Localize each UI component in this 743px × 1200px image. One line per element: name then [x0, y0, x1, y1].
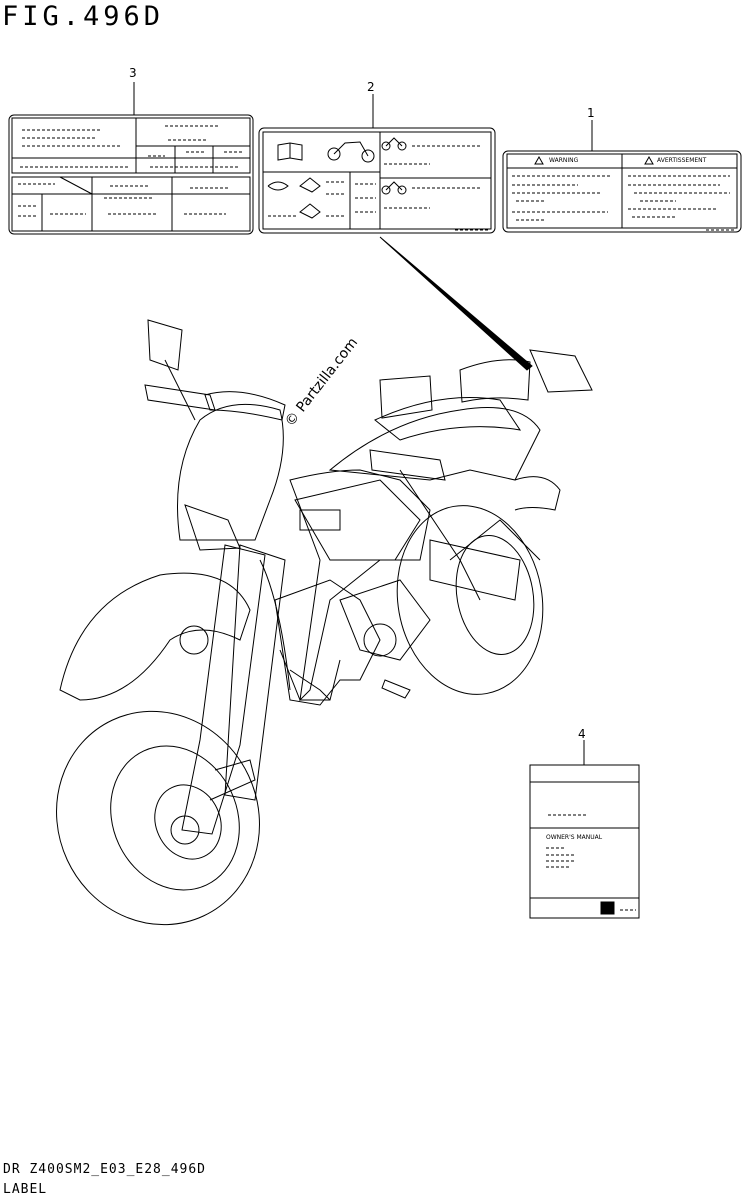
tail-cowl — [459, 359, 531, 403]
rear-wheel — [396, 505, 544, 695]
label-pointer — [379, 236, 533, 371]
parts-diagram — [8, 82, 742, 926]
caution-label-2 — [258, 127, 496, 234]
rider-icon — [267, 177, 321, 219]
manual-title: OWNER'S MANUAL — [546, 834, 603, 841]
diagram-caption: LABEL — [3, 1182, 48, 1197]
owners-manual-4 — [529, 764, 640, 919]
diagram-code: DR Z400SM2_E03_E28_496D — [3, 1162, 207, 1177]
info-label-3 — [8, 114, 254, 235]
small-motorcycle-icon-bottom — [381, 181, 407, 195]
seat — [328, 407, 541, 481]
front-wheel — [56, 710, 260, 926]
right-mirror — [379, 375, 433, 419]
front-fender — [59, 572, 251, 701]
manual-book-icon — [277, 142, 303, 161]
headlight-cowl — [177, 403, 284, 541]
front-fork — [181, 544, 266, 835]
warning-heading: WARNING — [549, 157, 579, 164]
small-motorcycle-icon-top — [381, 137, 407, 151]
left-mirror — [147, 319, 183, 371]
fuel-tank — [289, 469, 431, 702]
motorcycle-drawing — [56, 319, 593, 926]
avertissement-heading: AVERTISSEMENT — [657, 157, 707, 164]
motorcycle-icon — [327, 141, 375, 163]
